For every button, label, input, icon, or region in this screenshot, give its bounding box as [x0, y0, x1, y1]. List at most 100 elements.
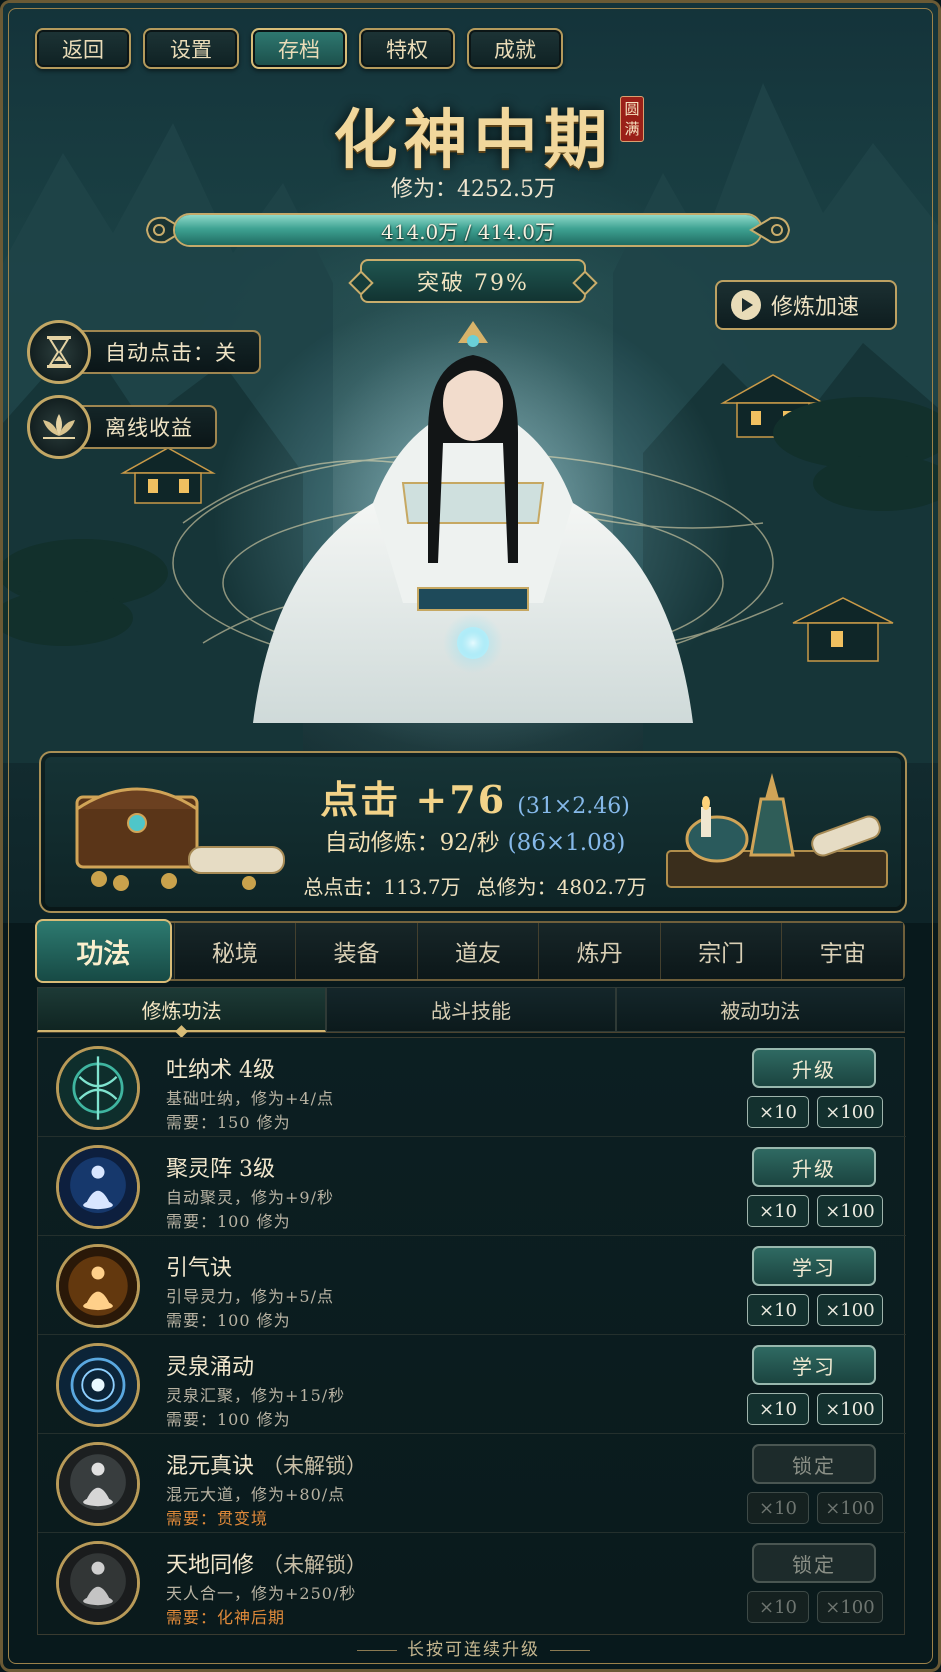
click-multiplier: (31×2.46) — [517, 794, 630, 819]
locked-button[interactable]: 锁定 — [752, 1543, 876, 1583]
tab-sect[interactable]: 宗门 — [659, 923, 782, 979]
skill-name: 聚灵阵 3级 — [166, 1151, 275, 1183]
subtab-passive-techniques[interactable]: 被动功法 — [615, 987, 905, 1032]
offline-earnings-label: 离线收益 — [79, 405, 217, 449]
skill-requirement: 需要：化神后期 — [166, 1608, 286, 1627]
upgrade-button[interactable]: 升级 — [752, 1048, 876, 1088]
stats-panel: 点击 +76 (31×2.46) 自动修炼：92/秒 (86×1.08) 总点击：… — [39, 751, 907, 913]
learn-x100-button[interactable]: ×100 — [817, 1294, 883, 1326]
locked-x100-button[interactable]: ×100 — [817, 1492, 883, 1524]
tab-secret-realm[interactable]: 秘境 — [173, 923, 296, 979]
learn-x10-button[interactable]: ×10 — [747, 1294, 809, 1326]
skill-title: 天地同修 — [166, 1553, 255, 1578]
spirit-array-icon — [56, 1145, 140, 1229]
skill-requirement: 需要：100 修为 — [166, 1410, 291, 1429]
privilege-button[interactable]: 特权 — [359, 28, 455, 69]
back-button[interactable]: 返回 — [35, 28, 131, 69]
locked-meditation-icon — [56, 1442, 140, 1526]
locked-x10-button[interactable]: ×10 — [747, 1591, 809, 1623]
top-nav: 返回 设置 存档 特权 成就 — [35, 28, 563, 69]
tab-alchemy[interactable]: 炼丹 — [538, 923, 660, 979]
hint-text: 长按可连续升级 — [407, 1640, 540, 1660]
locked-button[interactable]: 锁定 — [752, 1444, 876, 1484]
skill-requirement: 需要：150 修为 — [166, 1113, 291, 1132]
settings-button[interactable]: 设置 — [143, 28, 239, 69]
cultivation-speedup-button[interactable]: 修炼加速 — [715, 280, 897, 330]
list-item: 混元真诀 （未解锁） 混元大道，修为+80/点 需要：贯变境 锁定 ×10 ×10… — [38, 1434, 906, 1533]
skill-requirement: 需要：100 修为 — [166, 1311, 291, 1330]
skill-description: 引导灵力，修为+5/点 — [166, 1287, 334, 1306]
sub-tabs: 修炼功法 战斗技能 被动功法 — [37, 987, 905, 1033]
upgrade-button[interactable]: 升级 — [752, 1147, 876, 1187]
qi-guiding-icon — [56, 1244, 140, 1328]
skill-description: 天人合一，修为+250/秒 — [166, 1584, 357, 1603]
realm-title: 化神中期 — [333, 103, 614, 178]
learn-x10-button[interactable]: ×10 — [747, 1393, 809, 1425]
skill-name: 混元真诀 （未解锁） — [166, 1448, 367, 1480]
progress-text: 414.0万 / 414.0万 — [381, 219, 555, 244]
learn-button[interactable]: 学习 — [752, 1246, 876, 1286]
main-tabs: 功法 秘境 装备 道友 炼丹 宗门 宇宙 — [35, 919, 905, 983]
skill-name: 引气诀 — [166, 1250, 232, 1282]
tab-equipment[interactable]: 装备 — [295, 923, 417, 979]
upgrade-x10-button[interactable]: ×10 — [747, 1195, 809, 1227]
speedup-label: 修炼加速 — [771, 295, 860, 320]
skill-name: 天地同修 （未解锁） — [166, 1547, 367, 1579]
breathing-technique-icon — [56, 1046, 140, 1130]
list-item: 聚灵阵 3级 自动聚灵，修为+9/秒 需要：100 修为 升级 ×10 ×100 — [38, 1137, 906, 1236]
total-clicks: 总点击：113.7万 — [303, 875, 461, 899]
spirit-spring-icon — [56, 1343, 140, 1427]
locked-label: （未解锁） — [262, 1553, 368, 1577]
click-power: 点击 +76 (31×2.46) — [41, 769, 909, 824]
locked-x10-button[interactable]: ×10 — [747, 1492, 809, 1524]
skill-title: 灵泉涌动 — [166, 1355, 255, 1380]
hourglass-icon — [27, 320, 91, 384]
skill-description: 混元大道，修为+80/点 — [166, 1485, 346, 1504]
upgrade-x100-button[interactable]: ×100 — [817, 1096, 883, 1128]
list-item: 天地同修 （未解锁） 天人合一，修为+250/秒 需要：化神后期 锁定 ×10 ×… — [38, 1533, 906, 1632]
auto-rate-value: 自动修炼：92/秒 — [324, 830, 500, 856]
total-cultivation: 总修为：4802.7万 — [476, 875, 647, 899]
skill-list: 吐纳术 4级 基础吐纳，修为+4/点 需要：150 修为 升级 ×10 ×100… — [37, 1037, 906, 1635]
upgrade-x10-button[interactable]: ×10 — [747, 1096, 809, 1128]
tab-universe[interactable]: 宇宙 — [781, 923, 903, 979]
save-button[interactable]: 存档 — [251, 28, 347, 69]
game-frame: 返回 设置 存档 特权 成就 化神中期 圆满 修为：4252.5万 414.0万… — [0, 0, 941, 1672]
subtab-combat-skills[interactable]: 战斗技能 — [326, 987, 616, 1032]
skill-title: 引气诀 — [166, 1256, 233, 1281]
list-item: 引气诀 引导灵力，修为+5/点 需要：100 修为 学习 ×10 ×100 — [38, 1236, 906, 1335]
learn-x100-button[interactable]: ×100 — [817, 1393, 883, 1425]
offline-earnings-button[interactable]: 离线收益 — [27, 395, 217, 459]
locked-label: （未解锁） — [262, 1454, 368, 1478]
skill-name: 灵泉涌动 — [166, 1349, 254, 1381]
list-item: 吐纳术 4级 基础吐纳，修为+4/点 需要：150 修为 升级 ×10 ×100 — [38, 1038, 906, 1137]
skill-description: 自动聚灵，修为+9/秒 — [166, 1188, 334, 1207]
locked-x100-button[interactable]: ×100 — [817, 1591, 883, 1623]
subtab-cultivation-techniques[interactable]: 修炼功法 — [37, 987, 327, 1032]
divider — [357, 1650, 397, 1651]
play-icon — [731, 290, 761, 320]
progress-bar: 414.0万 / 414.0万 — [173, 213, 763, 247]
lotus-icon — [27, 395, 91, 459]
skill-description: 灵泉汇聚，修为+15/秒 — [166, 1386, 346, 1405]
click-value: 点击 +76 — [320, 777, 507, 822]
realm-seal: 圆满 — [620, 96, 644, 142]
skill-requirement: 需要：100 修为 — [166, 1212, 291, 1231]
auto-cultivation-rate: 自动修炼：92/秒 (86×1.08) — [41, 823, 909, 857]
upgrade-x100-button[interactable]: ×100 — [817, 1195, 883, 1227]
skill-title: 吐纳术 4级 — [166, 1058, 275, 1083]
tab-techniques[interactable]: 功法 — [35, 919, 172, 983]
achievement-button[interactable]: 成就 — [467, 28, 563, 69]
right-ornament-icon — [749, 216, 791, 244]
skill-title: 混元真诀 — [166, 1454, 255, 1479]
auto-rate-multiplier: (86×1.08) — [507, 830, 626, 856]
breakthrough-button[interactable]: 突破 79% — [360, 259, 586, 303]
long-press-hint: 长按可连续升级 — [3, 1635, 938, 1660]
tab-companions[interactable]: 道友 — [416, 923, 539, 979]
locked-meditation-icon — [56, 1541, 140, 1625]
auto-click-toggle[interactable]: 自动点击：关 — [27, 320, 261, 384]
learn-button[interactable]: 学习 — [752, 1345, 876, 1385]
skill-title: 聚灵阵 3级 — [166, 1157, 275, 1182]
cultivation-total: 修为：4252.5万 — [391, 177, 556, 202]
skill-name: 吐纳术 4级 — [166, 1052, 275, 1084]
